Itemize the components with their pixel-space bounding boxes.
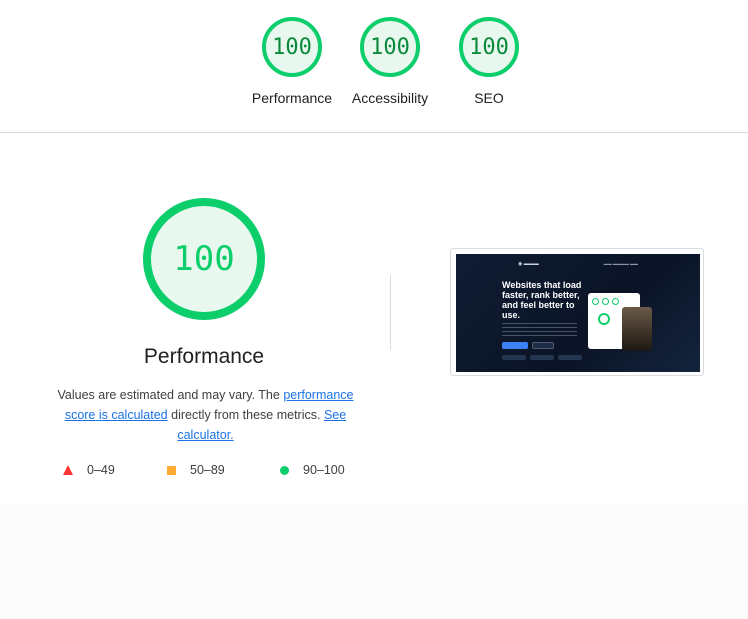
square-icon	[167, 465, 176, 475]
screenshot-subtext	[502, 323, 577, 337]
mini-gauge-icon	[612, 298, 619, 305]
legend-range: 90–100	[303, 463, 345, 477]
performance-panel: 100 Performance Values are estimated and…	[0, 133, 748, 505]
legend-range: 50–89	[190, 463, 225, 477]
mini-gauge-icon	[592, 298, 599, 305]
performance-section: 100 Performance Values are estimated and…	[0, 133, 748, 619]
legend-fail: 0–49	[63, 463, 115, 477]
legend-pass: 90–100	[280, 463, 345, 477]
gauge-label: Performance	[251, 90, 333, 106]
performance-big-gauge: 100	[143, 198, 265, 320]
page-screenshot: ◉ ▬▬▬ ▬▬ ▬▬▬▬ ▬▬ Websites that load fast…	[456, 254, 700, 372]
gauge-seo[interactable]: 100 SEO	[439, 17, 539, 106]
gauge-label: Accessibility	[351, 90, 429, 106]
screenshot-pill	[530, 355, 554, 360]
seo-score-ring: 100	[459, 17, 519, 77]
scores-header: 100 Performance 100 Accessibility 100 SE…	[0, 0, 748, 133]
desc-text: Values are estimated and may vary. The	[57, 388, 284, 402]
performance-score-ring: 100	[262, 17, 322, 77]
gauge-performance[interactable]: 100 Performance	[242, 17, 342, 106]
screenshot-secondary-button	[532, 342, 554, 349]
desc-text: directly from these metrics.	[167, 408, 324, 422]
accessibility-score-ring: 100	[360, 17, 420, 77]
legend-average: 50–89	[167, 463, 225, 477]
triangle-icon	[63, 465, 73, 475]
screenshot-pill	[558, 355, 582, 360]
screenshot-headline: Websites that load faster, rank better, …	[502, 280, 582, 320]
screenshot-primary-button	[502, 342, 528, 349]
circle-icon	[280, 465, 289, 475]
performance-title: Performance	[143, 345, 265, 368]
screenshot-pill	[502, 355, 526, 360]
screenshot-phone-image	[622, 307, 652, 351]
gauge-accessibility[interactable]: 100 Accessibility	[340, 17, 440, 106]
screenshot-logo: ◉ ▬▬▬	[518, 261, 539, 267]
final-screenshot-thumbnail[interactable]: ◉ ▬▬▬ ▬▬ ▬▬▬▬ ▬▬ Websites that load fast…	[450, 248, 704, 376]
legend-range: 0–49	[87, 463, 115, 477]
performance-big-score: 100	[143, 198, 265, 320]
performance-description: Values are estimated and may vary. The p…	[48, 385, 363, 445]
divider	[390, 275, 391, 350]
mini-big-gauge-icon	[598, 313, 610, 325]
mini-gauge-icon	[602, 298, 609, 305]
screenshot-nav-links: ▬▬ ▬▬▬▬ ▬▬	[603, 261, 638, 266]
gauge-label: SEO	[474, 90, 504, 106]
